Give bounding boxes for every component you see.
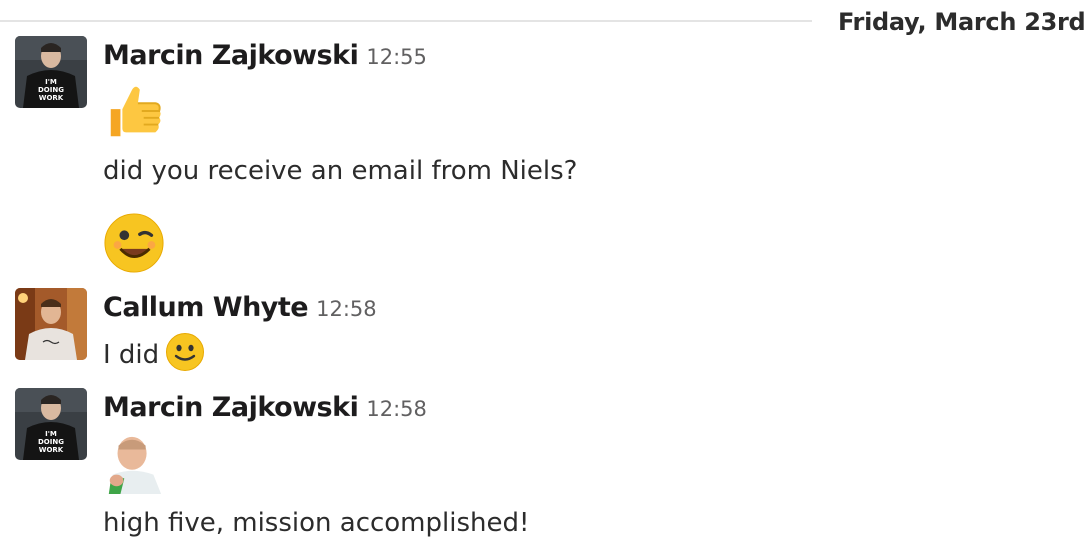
thumbs-up-icon [103, 80, 165, 146]
day-divider-line [0, 20, 812, 22]
slightly-smiling-face-icon [165, 332, 205, 379]
message-list: Friday, March 23rd I'M DOING WORK Marcin… [0, 0, 1088, 556]
message-text-content: I did [103, 340, 160, 370]
timestamp[interactable]: 12:55 [366, 45, 427, 69]
svg-text:I'M: I'M [45, 78, 57, 86]
author-name[interactable]: Callum Whyte [103, 292, 309, 323]
svg-text:I'M: I'M [45, 430, 57, 438]
avatar[interactable]: I'M DOING WORK [15, 36, 87, 108]
svg-text:DOING: DOING [38, 86, 64, 94]
timestamp[interactable]: 12:58 [316, 297, 377, 321]
message-header: Callum Whyte 12:58 [103, 292, 377, 323]
message-text: did you receive an email from Niels? [103, 156, 578, 186]
svg-text:WORK: WORK [39, 446, 64, 454]
timestamp[interactable]: 12:58 [366, 397, 427, 421]
avatar[interactable]: I'M DOING WORK [15, 388, 87, 460]
day-divider-label[interactable]: Friday, March 23rd [838, 8, 1086, 36]
message-text: high five, mission accomplished! [103, 508, 530, 538]
author-name[interactable]: Marcin Zajkowski [103, 40, 359, 71]
avatar[interactable] [15, 288, 87, 360]
author-name[interactable]: Marcin Zajkowski [103, 392, 359, 423]
success-kid-icon [103, 432, 165, 498]
svg-text:WORK: WORK [39, 94, 64, 102]
message-header: Marcin Zajkowski 12:58 [103, 392, 427, 423]
svg-text:DOING: DOING [38, 438, 64, 446]
message-text: I did [103, 332, 205, 379]
wink-face-icon [103, 212, 165, 278]
message-header: Marcin Zajkowski 12:55 [103, 40, 427, 71]
